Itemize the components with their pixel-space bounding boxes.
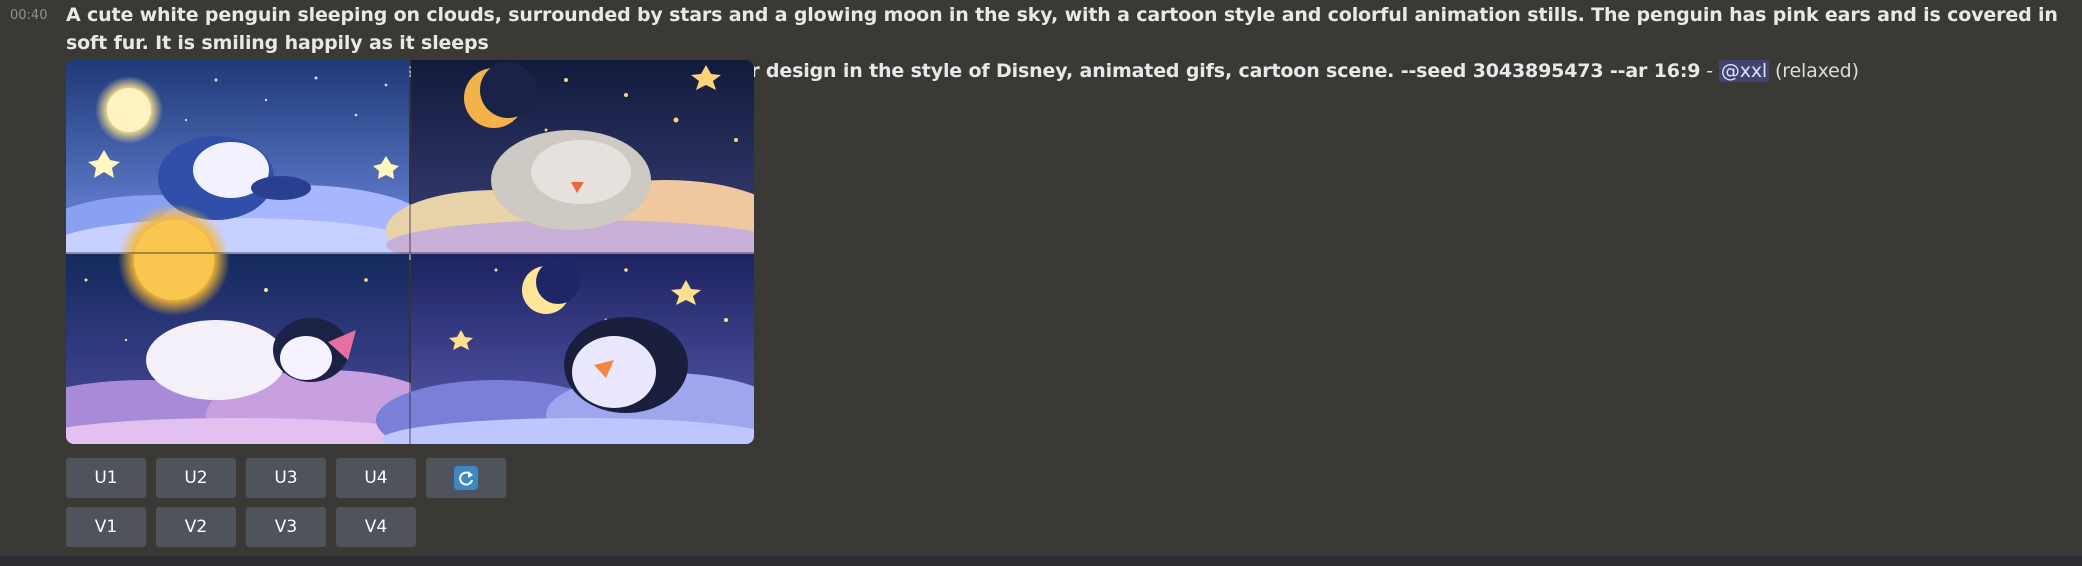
variation-2-button[interactable]: V2 — [156, 507, 236, 547]
refresh-icon — [454, 466, 478, 490]
upscale-button-row: U1 U2 U3 U4 — [66, 458, 506, 498]
upscale-4-button[interactable]: U4 — [336, 458, 416, 498]
prompt-line-1: A cute white penguin sleeping on clouds,… — [66, 4, 2065, 54]
upscale-1-button[interactable]: U1 — [66, 458, 146, 498]
variation-3-button[interactable]: V3 — [246, 507, 326, 547]
variation-4-button[interactable]: V4 — [336, 507, 416, 547]
upscale-2-button[interactable]: U2 — [156, 458, 236, 498]
panel-penguin-crescent-stars — [376, 254, 754, 444]
job-status: (relaxed) — [1769, 60, 1859, 82]
bottom-divider — [0, 556, 2082, 566]
reroll-button[interactable] — [426, 458, 506, 498]
variation-button-row: V1 V2 V3 V4 — [66, 507, 416, 547]
user-mention[interactable]: @xxl — [1718, 60, 1770, 82]
midjourney-message: 00:40 A cute white penguin sleeping on c… — [0, 0, 2082, 556]
prompt-separator: - — [1700, 60, 1719, 82]
panel-lamb-crescent-moon — [386, 60, 754, 270]
variation-1-button[interactable]: V1 — [66, 507, 146, 547]
generated-image-grid[interactable] — [66, 60, 754, 444]
message-content: A cute white penguin sleeping on clouds,… — [66, 1, 2066, 547]
upscale-3-button[interactable]: U3 — [246, 458, 326, 498]
message-timestamp: 00:40 — [10, 8, 48, 23]
